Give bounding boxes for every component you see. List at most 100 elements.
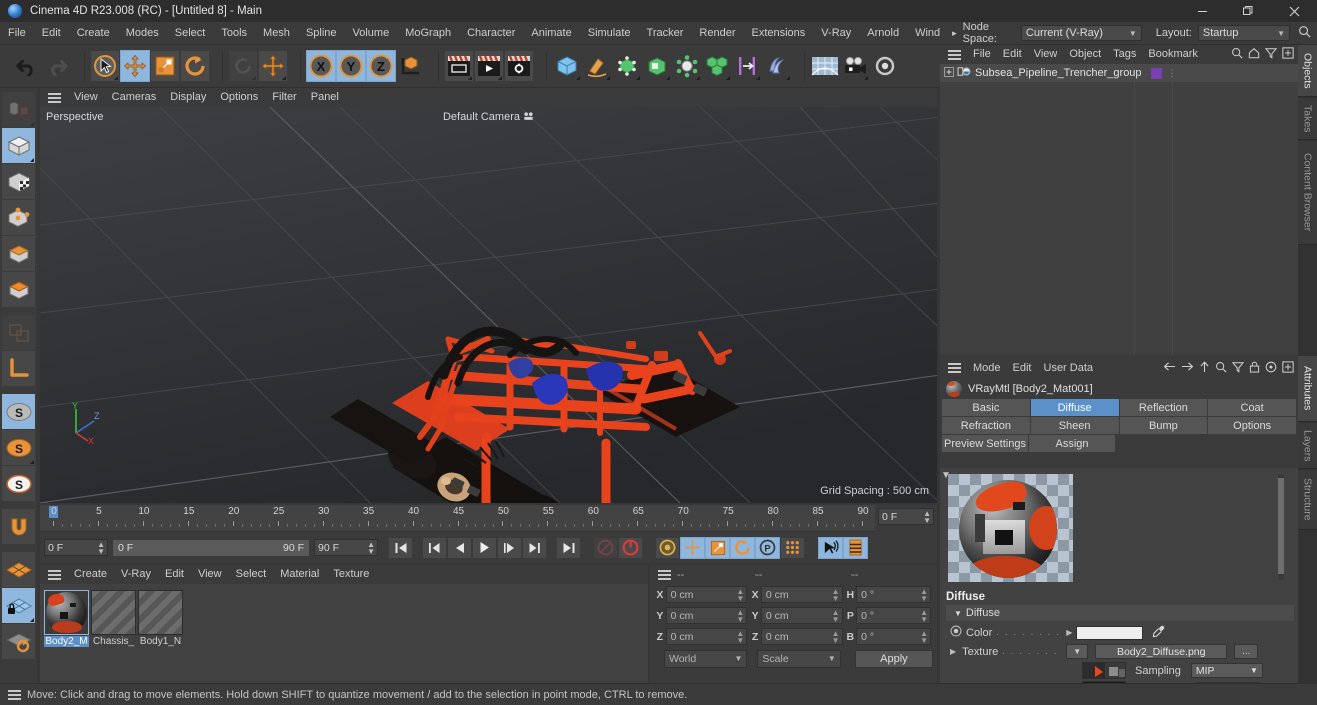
primitive-cube-button[interactable] [552, 50, 582, 82]
object-axis-icon[interactable] [2, 315, 35, 350]
panel-menu-icon[interactable] [48, 569, 61, 580]
material-menu-material[interactable]: Material [273, 565, 326, 584]
workplane-lock-icon[interactable] [2, 588, 35, 623]
spinner-icon[interactable]: ▲ ▼ [97, 541, 105, 556]
render-settings-button[interactable] [504, 50, 534, 82]
sampling-dropdown[interactable]: MIP ▼ [1190, 663, 1263, 678]
viewport-menu-options[interactable]: Options [213, 88, 265, 107]
menu-item-file[interactable]: File [0, 22, 34, 45]
menu-item-edit[interactable]: Edit [34, 22, 69, 45]
material-item-body2[interactable]: Body2_M [44, 590, 89, 647]
menu-item-animate[interactable]: Animate [523, 22, 579, 45]
camera-button[interactable] [840, 50, 870, 82]
spinner-icon[interactable]: ▲ ▼ [920, 609, 928, 624]
menu-item-arnold[interactable]: Arnold [859, 22, 907, 45]
polygon-mode-icon[interactable] [2, 272, 35, 307]
tab-coat[interactable]: Coat [1208, 399, 1296, 416]
panel-menu-icon[interactable] [48, 92, 61, 103]
scale-tool-button[interactable] [150, 50, 180, 82]
menu-item-extensions[interactable]: Extensions [743, 22, 813, 45]
spinner-icon[interactable]: ▲ ▼ [832, 609, 840, 624]
menu-overflow-arrow[interactable]: ▸ [948, 28, 961, 39]
texture-dropdown[interactable]: ▼ [1066, 644, 1089, 659]
material-menu-vray[interactable]: V-Ray [114, 565, 158, 584]
animation-mode-icon[interactable] [818, 536, 843, 559]
vtab-structure[interactable]: Structure [1298, 470, 1317, 530]
spinner-icon[interactable]: ▲ ▼ [832, 588, 840, 603]
render-view-button[interactable] [444, 50, 474, 82]
environment-button[interactable] [762, 50, 792, 82]
material-item-chassis[interactable]: Chassis_ [91, 590, 136, 647]
rotate-disabled-button[interactable] [228, 50, 258, 82]
menu-item-select[interactable]: Select [167, 22, 214, 45]
spline-pen-button[interactable] [582, 50, 612, 82]
object-menu-view[interactable]: View [1028, 45, 1064, 64]
coord-space-dropdown[interactable]: World ▼ [664, 649, 748, 668]
material-preview[interactable] [948, 474, 1073, 582]
menu-item-tools[interactable]: Tools [213, 22, 255, 45]
workplane-grid-icon[interactable] [2, 552, 35, 587]
search-icon[interactable] [1215, 361, 1227, 376]
coord-rot-b-field[interactable]: 0 ° ▲ ▼ [856, 628, 932, 645]
spinner-icon[interactable]: ▲ ▼ [367, 541, 375, 556]
spinner-icon[interactable]: ▲ ▼ [736, 609, 744, 624]
menu-item-window[interactable]: Wind [907, 22, 948, 45]
axis-y-button[interactable]: Y [336, 50, 366, 82]
parametric-key-icon[interactable]: P [755, 536, 780, 559]
search-icon[interactable] [1298, 25, 1311, 41]
spinner-icon[interactable]: ▲ ▼ [736, 588, 744, 603]
object-menu-tags[interactable]: Tags [1107, 45, 1142, 64]
panel-menu-icon[interactable] [8, 689, 21, 700]
tab-reflection[interactable]: Reflection [1119, 399, 1208, 416]
tab-assign[interactable]: Assign [1029, 435, 1115, 452]
coord-rot-p-field[interactable]: 0 ° ▲ ▼ [856, 607, 932, 624]
scene-object-button[interactable] [810, 50, 840, 82]
select-tool-button[interactable] [90, 50, 120, 82]
field-button[interactable] [732, 50, 762, 82]
enable-snap-icon[interactable]: S [2, 430, 35, 465]
texture-path-field[interactable]: Body2_Diffuse.png [1095, 644, 1228, 659]
workplane-icon[interactable] [2, 351, 35, 386]
menu-item-mograph[interactable]: MoGraph [397, 22, 459, 45]
spinner-icon[interactable]: ▲ ▼ [832, 630, 840, 645]
frame-range-bar[interactable]: 0 F 90 F [112, 538, 310, 557]
apply-button[interactable]: Apply [854, 649, 934, 668]
coord-mode-dropdown[interactable]: Scale ▼ [757, 649, 841, 668]
mograph-cloner-button[interactable] [672, 50, 702, 82]
panel-menu-icon[interactable] [658, 569, 671, 580]
texture-mode-icon[interactable] [2, 164, 35, 199]
spinner-icon[interactable]: ▲ ▼ [923, 510, 931, 525]
close-button[interactable] [1271, 0, 1317, 22]
undo-button[interactable] [12, 50, 42, 82]
maximize-button[interactable] [1225, 0, 1271, 22]
viewport-menu-view[interactable]: View [67, 88, 105, 107]
menu-item-spline[interactable]: Spline [298, 22, 345, 45]
coord-pos-y-field[interactable]: 0 cm ▲ ▼ [665, 607, 748, 624]
previous-key-button[interactable] [422, 536, 447, 559]
add-icon[interactable] [1282, 360, 1294, 376]
menu-item-mesh[interactable]: Mesh [255, 22, 298, 45]
minimize-button[interactable] [1179, 0, 1225, 22]
viewport-3d[interactable]: Perspective Default Camera Grid Spacing … [40, 107, 937, 503]
world-coordinate-button[interactable] [396, 50, 426, 82]
play-button[interactable] [472, 536, 497, 559]
object-tree[interactable]: Subsea_Pipeline_Trencher_group ⋮ [940, 64, 1298, 355]
keyframe-selection-icon[interactable] [655, 536, 680, 559]
panel-menu-icon[interactable] [948, 363, 961, 373]
rotate-tool-button[interactable] [180, 50, 210, 82]
end-frame-field[interactable]: 90 F ▲ ▼ [314, 539, 378, 556]
enable-axis-icon[interactable]: S [2, 394, 35, 429]
tab-basic[interactable]: Basic [942, 399, 1030, 416]
coord-size-x-field[interactable]: 0 cm ▲ ▼ [760, 586, 843, 603]
spinner-icon[interactable]: ▲ ▼ [920, 588, 928, 603]
material-menu-select[interactable]: Select [229, 565, 274, 584]
go-to-end-button[interactable] [556, 536, 581, 559]
move-tool-button[interactable] [120, 50, 150, 82]
start-frame-field[interactable]: 0 F ▲ ▼ [44, 539, 108, 556]
workplane-rotate-icon[interactable] [2, 624, 35, 659]
menu-item-vray[interactable]: V-Ray [813, 22, 859, 45]
tab-refraction[interactable]: Refraction [942, 417, 1030, 434]
search-icon[interactable] [1231, 47, 1243, 62]
timeline-mode-icon[interactable] [843, 536, 868, 559]
panel-menu-icon[interactable] [948, 49, 961, 60]
